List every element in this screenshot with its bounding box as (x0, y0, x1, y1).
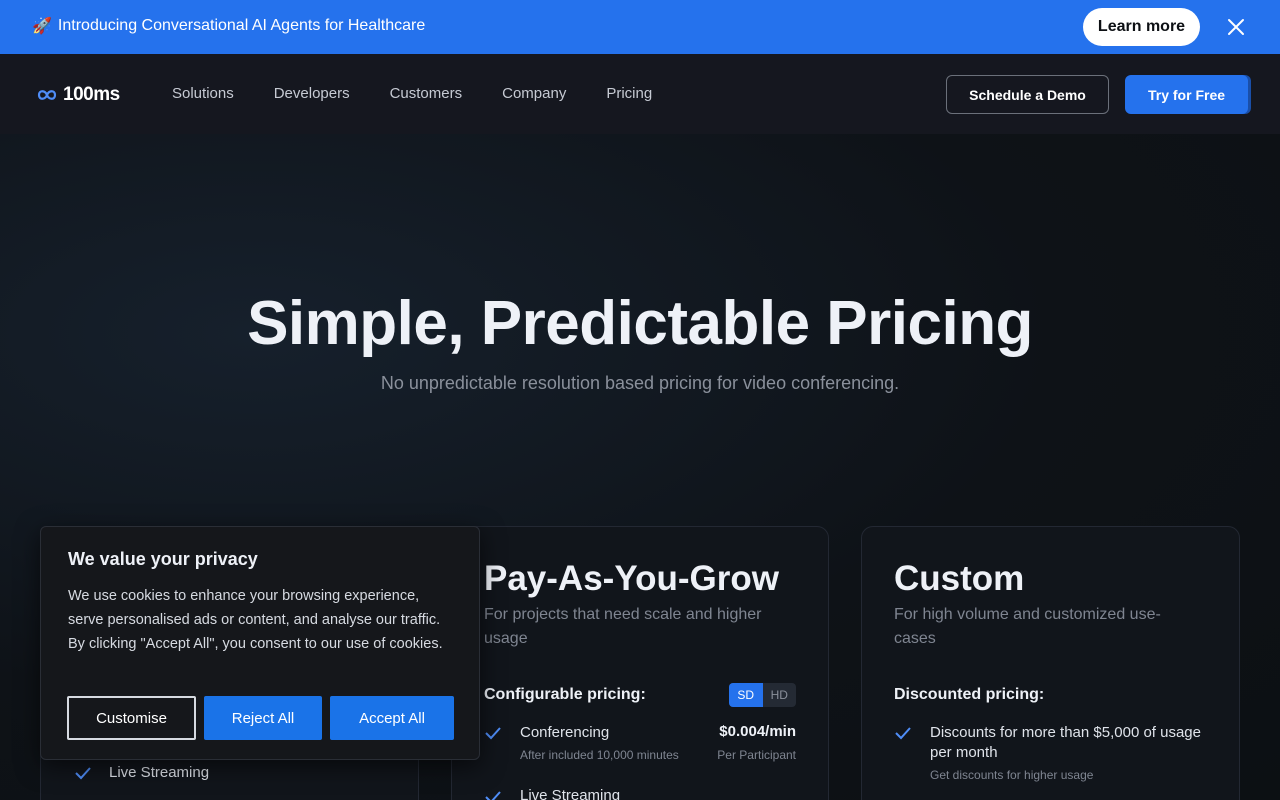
nav-developers[interactable]: Developers (274, 85, 350, 102)
feature-price-unit: Per Participant (717, 748, 796, 762)
plan-title: Pay-As-You-Grow (484, 559, 779, 598)
rocket-icon: 🚀 (32, 18, 52, 35)
navbar: 100ms Solutions Developers Customers Com… (0, 54, 1280, 134)
logo-text: 100ms (63, 84, 120, 105)
page-title: Simple, Predictable Pricing (247, 289, 1033, 358)
plan-description: For high volume and customized use-cases (894, 606, 1161, 647)
nav-solutions[interactable]: Solutions (172, 85, 234, 102)
check-icon (895, 727, 911, 740)
feature-note: After included 10,000 minutes (520, 748, 679, 762)
logo[interactable]: 100ms (37, 84, 120, 106)
close-icon[interactable] (1224, 15, 1248, 39)
cookie-body: We use cookies to enhance your browsing … (68, 588, 443, 652)
nav-customers[interactable]: Customers (390, 85, 463, 102)
reject-all-button[interactable]: Reject All (204, 696, 322, 740)
announcement: 🚀 Introducing Conversational AI Agents f… (32, 16, 425, 36)
nav-links: Solutions Developers Customers Company P… (172, 85, 652, 102)
customise-button[interactable]: Customise (67, 696, 196, 740)
pricing-label: Configurable pricing: (484, 686, 646, 703)
check-icon (485, 727, 501, 740)
feature-name: Discounts for more than $5,000 of usage … (930, 724, 1201, 761)
schedule-demo-button[interactable]: Schedule a Demo (946, 75, 1109, 114)
feature-name: Conferencing (520, 724, 610, 741)
feature-name: Live Streaming (520, 787, 621, 800)
pricing-label: Discounted pricing: (894, 686, 1045, 703)
feature-note: Get discounts for higher usage (930, 768, 1094, 782)
nav-pricing[interactable]: Pricing (606, 85, 652, 102)
feature-price: $0.004/min (719, 723, 796, 740)
plan-description: For projects that need scale and higher … (484, 606, 762, 647)
learn-more-button[interactable]: Learn more (1083, 8, 1200, 46)
check-icon (75, 767, 91, 780)
check-icon (485, 791, 501, 800)
cookie-consent-dialog: We value your privacy We use cookies to … (40, 526, 480, 760)
announcement-text: Introducing Conversational AI Agents for… (57, 17, 426, 34)
try-for-free-button[interactable]: Try for Free (1125, 75, 1248, 114)
page-subtitle: No unpredictable resolution based pricin… (380, 373, 900, 393)
plan-title: Custom (894, 559, 1025, 598)
feature-name: Live Streaming (109, 764, 210, 781)
logo-icon (37, 90, 57, 100)
nav-company[interactable]: Company (502, 85, 566, 102)
toggle-sd[interactable]: SD (729, 683, 763, 707)
accept-all-button[interactable]: Accept All (330, 696, 454, 740)
cookie-title: We value your privacy (68, 549, 258, 569)
toggle-hd[interactable]: HD (763, 683, 797, 707)
announcement-bar: 🚀 Introducing Conversational AI Agents f… (0, 0, 1280, 54)
resolution-toggle[interactable]: SD HD (729, 683, 796, 707)
